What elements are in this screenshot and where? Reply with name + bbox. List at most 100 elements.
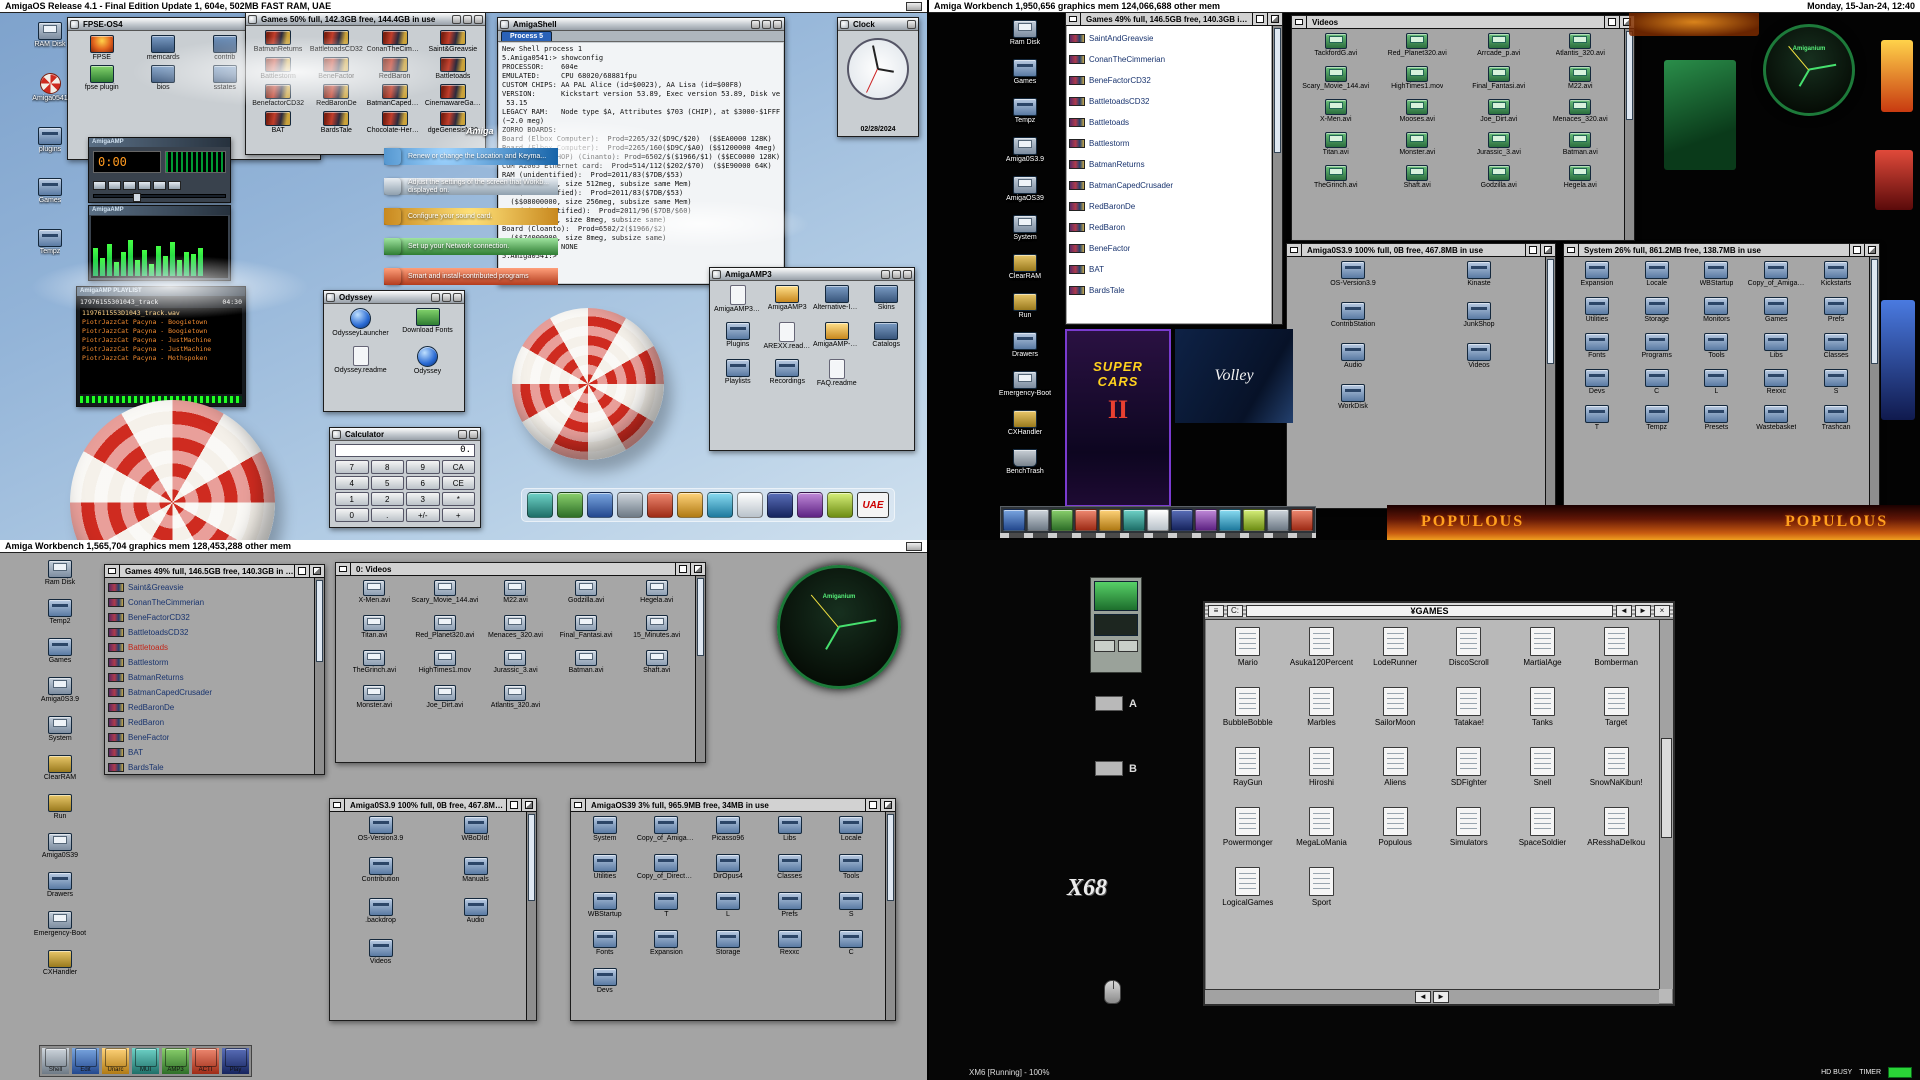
list-item[interactable]: BeneFactor [108, 730, 311, 745]
file-icon[interactable]: Red_Planet320.avi [1377, 33, 1459, 58]
close-button[interactable]: × [1654, 605, 1670, 617]
file-icon[interactable]: Amiga0S3.9 [989, 137, 1061, 164]
titlebar[interactable]: Calculator [330, 428, 480, 441]
file-icon[interactable]: Expansion [636, 930, 698, 957]
file-icon[interactable]: Mooses.avi [1377, 99, 1459, 124]
prefs-item[interactable]: Smart and install-contributed programs [384, 268, 558, 285]
file-icon[interactable]: Prefs [759, 892, 821, 919]
window-amigaamp-player[interactable]: AmigaAMP 0:00 [88, 137, 231, 203]
file-icon[interactable]: Trashcan [1806, 405, 1866, 432]
player-titlebar[interactable]: AmigaAMP [89, 138, 230, 147]
file-icon[interactable]: Odyssey.readme [327, 346, 394, 376]
window-gadgets[interactable] [907, 20, 916, 29]
close-button[interactable] [248, 15, 257, 24]
file-icon[interactable]: Monster.avi [1377, 132, 1459, 157]
window-games-list[interactable]: Games 49% full, 146.5GB free, 140.3GB in… [104, 564, 325, 775]
file-icon[interactable]: Amiga0541 [14, 73, 86, 103]
depth-button[interactable] [309, 565, 324, 577]
file-icon[interactable]: AmigaAMP-Prefs [812, 322, 862, 351]
scroll-thumb[interactable] [1626, 31, 1633, 120]
window-videos[interactable]: 0: Videos X-Men.avi Scary_Movie_144.avi … [335, 562, 706, 763]
calculator-key[interactable]: . [371, 508, 405, 522]
file-icon[interactable]: Skins [862, 285, 912, 314]
playlist-entry[interactable]: PiotrJazzCat Pacyna - Boogietown [82, 327, 240, 336]
file-icon[interactable]: Hegela.avi [1540, 165, 1622, 190]
calculator-key[interactable]: CA [442, 460, 476, 474]
list-item[interactable]: BAT [108, 745, 311, 760]
file-icon[interactable]: Presets [1687, 405, 1747, 432]
prefs-item[interactable]: Renew or change the Location and Keyma..… [384, 148, 558, 165]
calculator-key[interactable]: 2 [371, 492, 405, 506]
drive-button[interactable]: C: [1227, 605, 1243, 617]
titlebar[interactable]: AmigaOS39 3% full, 965.9MB free, 34MB in… [571, 799, 895, 812]
window-gadgets[interactable] [452, 15, 483, 24]
file-icon[interactable]: Jurassic_3.avi [480, 650, 551, 675]
file-icon[interactable]: Utilities [574, 854, 636, 881]
list-item[interactable]: BattletoadsCD32 [1069, 91, 1269, 112]
file-icon[interactable]: Menaces_320.avi [480, 615, 551, 640]
titlebar[interactable]: Odyssey [324, 291, 464, 304]
file-icon[interactable]: Download Fonts [394, 308, 461, 338]
zoom-button[interactable] [1604, 16, 1619, 28]
list-item[interactable]: BardsTale [108, 760, 311, 773]
depth-button[interactable] [1864, 244, 1879, 256]
uae-logo-tile[interactable]: UAE [857, 492, 889, 518]
palette-buttons[interactable] [1094, 640, 1138, 652]
file-icon[interactable]: BAT [249, 111, 307, 135]
playlist-entry[interactable]: PiotrJazzCat Pacyna - Boogietown [82, 318, 240, 327]
file-icon[interactable]: Monitors [1687, 297, 1747, 324]
dock-icon[interactable] [617, 492, 643, 518]
vertical-scrollbar[interactable] [526, 812, 536, 1020]
file-icon[interactable]: Tools [1687, 333, 1747, 360]
file-icon[interactable]: Libs [759, 816, 821, 843]
file-icon[interactable]: Libs [1746, 333, 1806, 360]
window-gadgets[interactable] [881, 270, 912, 279]
file-icon[interactable]: Videos [333, 939, 428, 966]
scroll-right-arrow[interactable]: ► [1433, 991, 1449, 1003]
titlebar[interactable]: 0: Videos [336, 563, 705, 576]
close-button[interactable] [840, 20, 849, 29]
file-icon[interactable]: Expansion [1567, 261, 1627, 288]
file-icon[interactable]: Temp2 [24, 599, 96, 626]
file-icon[interactable]: WBStartup [1687, 261, 1747, 288]
file-icon[interactable]: CXHandler [24, 950, 96, 977]
file-icon[interactable]: Menaces_320.avi [1540, 99, 1622, 124]
vertical-scrollbar[interactable] [1545, 257, 1555, 508]
list-item[interactable]: SaintAndGreavsie [1069, 28, 1269, 49]
file-icon[interactable]: Videos [1416, 343, 1542, 370]
file-icon[interactable]: Final_Fantasi.avi [551, 615, 622, 640]
vertical-scrollbar[interactable] [885, 812, 895, 1020]
depth-button[interactable] [880, 799, 895, 811]
dock-icon[interactable] [1243, 509, 1265, 531]
menubar[interactable]: AmigaOS Release 4.1 - Final Edition Upda… [0, 0, 927, 13]
file-icon[interactable]: Copy_of_Amiganium [636, 816, 698, 843]
file-icon[interactable]: Locale [1627, 261, 1687, 288]
dock-icon[interactable] [527, 492, 553, 518]
file-icon[interactable]: Scary_Movie_144.avi [1295, 66, 1377, 91]
zoom-button[interactable] [294, 565, 309, 577]
file-icon[interactable]: Drawers [989, 332, 1061, 359]
list-item[interactable]: BatmanReturns [1069, 154, 1269, 175]
calculator-key[interactable]: 8 [371, 460, 405, 474]
calculator-key[interactable]: 3 [406, 492, 440, 506]
file-icon[interactable]: FAQ.readme [812, 359, 862, 388]
calculator-key[interactable]: 6 [406, 476, 440, 490]
file-icon[interactable]: SDFighter [1432, 747, 1506, 788]
file-icon[interactable]: T [636, 892, 698, 919]
window-games-x68[interactable]: ≡ C: ¥GAMES ◄ ► × Mario Asuka120Percent … [1203, 601, 1675, 1006]
window-odyssey[interactable]: Odyssey OdysseyLauncher Download Fonts O… [323, 290, 465, 412]
window-calculator[interactable]: Calculator 0. 7 8 9 CA 4 5 6 CE 1 2 3 * … [329, 427, 481, 528]
dock-icon[interactable] [1291, 509, 1313, 531]
list-item[interactable]: BatmanCapedCrusader [108, 685, 311, 700]
calculator-key[interactable]: 0 [335, 508, 369, 522]
dock-item[interactable]: Play [222, 1048, 249, 1074]
close-button[interactable] [1287, 244, 1302, 256]
scroll-thumb[interactable] [316, 580, 323, 662]
player-transport-buttons[interactable] [93, 181, 181, 190]
dock-item[interactable]: AMP3 [162, 1048, 189, 1074]
file-icon[interactable]: X-Men.avi [1295, 99, 1377, 124]
file-icon[interactable]: Joe_Dirt.avi [1458, 99, 1540, 124]
dock-icon[interactable] [1027, 509, 1049, 531]
file-icon[interactable]: OS-Version3.9 [333, 816, 428, 843]
window-amigaos39-system[interactable]: AmigaOS39 3% full, 965.9MB free, 34MB in… [570, 798, 896, 1021]
